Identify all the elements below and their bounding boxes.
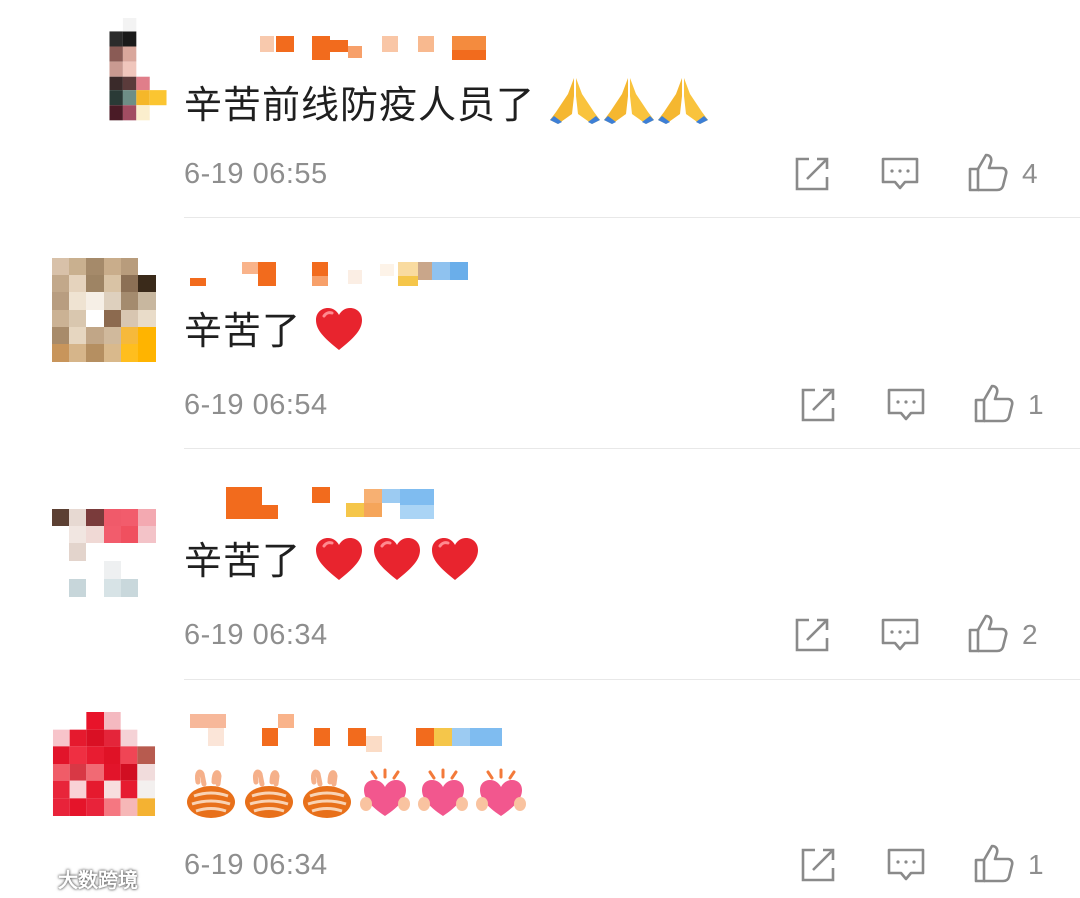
heart-hands-icon <box>416 768 470 820</box>
like-count: 1 <box>1028 849 1044 880</box>
comment-text: 辛苦前线防疫人员了 <box>184 76 710 137</box>
red-heart-icon <box>314 536 364 593</box>
thumbs-up-icon <box>967 612 1009 654</box>
like-count: 2 <box>1022 619 1038 650</box>
reply-button[interactable] <box>884 843 928 887</box>
like-button[interactable] <box>966 611 1010 655</box>
comment-list: 辛苦前线防疫人员了 6-19 06:55 4 辛苦了 6-19 06:54 1 … <box>0 0 1080 898</box>
thumbs-up-icon <box>973 382 1015 424</box>
comment-text: 辛苦了 <box>184 536 480 593</box>
folded-hands-icon <box>656 76 710 137</box>
thumbs-up-icon <box>973 842 1015 884</box>
watermark-text: 大数跨境 <box>58 868 138 892</box>
like-button[interactable] <box>972 381 1016 425</box>
like-count: 4 <box>1022 158 1038 189</box>
comment-text: 辛苦了 <box>184 306 364 363</box>
comment-icon <box>886 846 926 884</box>
red-heart-icon <box>314 306 364 363</box>
comment-item: 辛苦了 6-19 06:34 2 <box>0 449 1080 680</box>
comment-item: 6-19 06:34 1 <box>0 680 1080 898</box>
comment-icon <box>880 155 920 193</box>
red-heart-icon <box>372 536 422 593</box>
reply-button[interactable] <box>878 152 922 196</box>
watermark-logo-icon <box>8 862 52 895</box>
like-count: 1 <box>1028 389 1044 420</box>
share-icon <box>793 155 831 193</box>
bunny-hands-icon <box>300 768 354 820</box>
avatar[interactable] <box>52 712 156 818</box>
share-icon <box>793 616 831 654</box>
share-button[interactable] <box>796 843 840 887</box>
heart-hands-icon <box>474 768 528 820</box>
username-blurred[interactable] <box>190 260 510 288</box>
share-icon <box>799 386 837 424</box>
avatar[interactable] <box>86 18 167 142</box>
bunny-hands-icon <box>242 768 296 820</box>
comment-timestamp: 6-19 06:55 <box>184 158 328 190</box>
bunny-hands-icon <box>184 768 238 820</box>
avatar[interactable] <box>52 501 156 597</box>
comment-item: 辛苦前线防疫人员了 6-19 06:55 4 <box>0 0 1080 218</box>
share-button[interactable] <box>796 383 840 427</box>
comment-icon <box>886 386 926 424</box>
comment-timestamp: 6-19 06:54 <box>184 389 328 421</box>
share-button[interactable] <box>790 613 834 657</box>
like-button[interactable] <box>966 150 1010 194</box>
avatar[interactable] <box>52 258 156 362</box>
watermark: 大数跨境 <box>8 862 138 895</box>
thumbs-up-icon <box>967 151 1009 193</box>
share-button[interactable] <box>790 152 834 196</box>
share-icon <box>799 846 837 884</box>
username-blurred[interactable] <box>226 487 546 521</box>
comment-timestamp: 6-19 06:34 <box>184 849 328 881</box>
folded-hands-icon <box>602 76 656 137</box>
comment-text-content: 辛苦了 <box>184 539 302 583</box>
comment-text-content: 辛苦了 <box>184 309 302 353</box>
comment-icon <box>880 616 920 654</box>
reply-button[interactable] <box>884 383 928 427</box>
heart-hands-icon <box>358 768 412 820</box>
red-heart-icon <box>430 536 480 593</box>
folded-hands-icon <box>548 76 602 137</box>
comment-timestamp: 6-19 06:34 <box>184 619 328 651</box>
reply-button[interactable] <box>878 613 922 657</box>
comment-text-content: 辛苦前线防疫人员了 <box>184 83 536 127</box>
comment-emoji-row <box>184 766 528 822</box>
comment-item: 辛苦了 6-19 06:54 1 <box>0 218 1080 449</box>
username-blurred[interactable] <box>260 34 580 62</box>
username-blurred[interactable] <box>190 712 510 756</box>
like-button[interactable] <box>972 841 1016 885</box>
